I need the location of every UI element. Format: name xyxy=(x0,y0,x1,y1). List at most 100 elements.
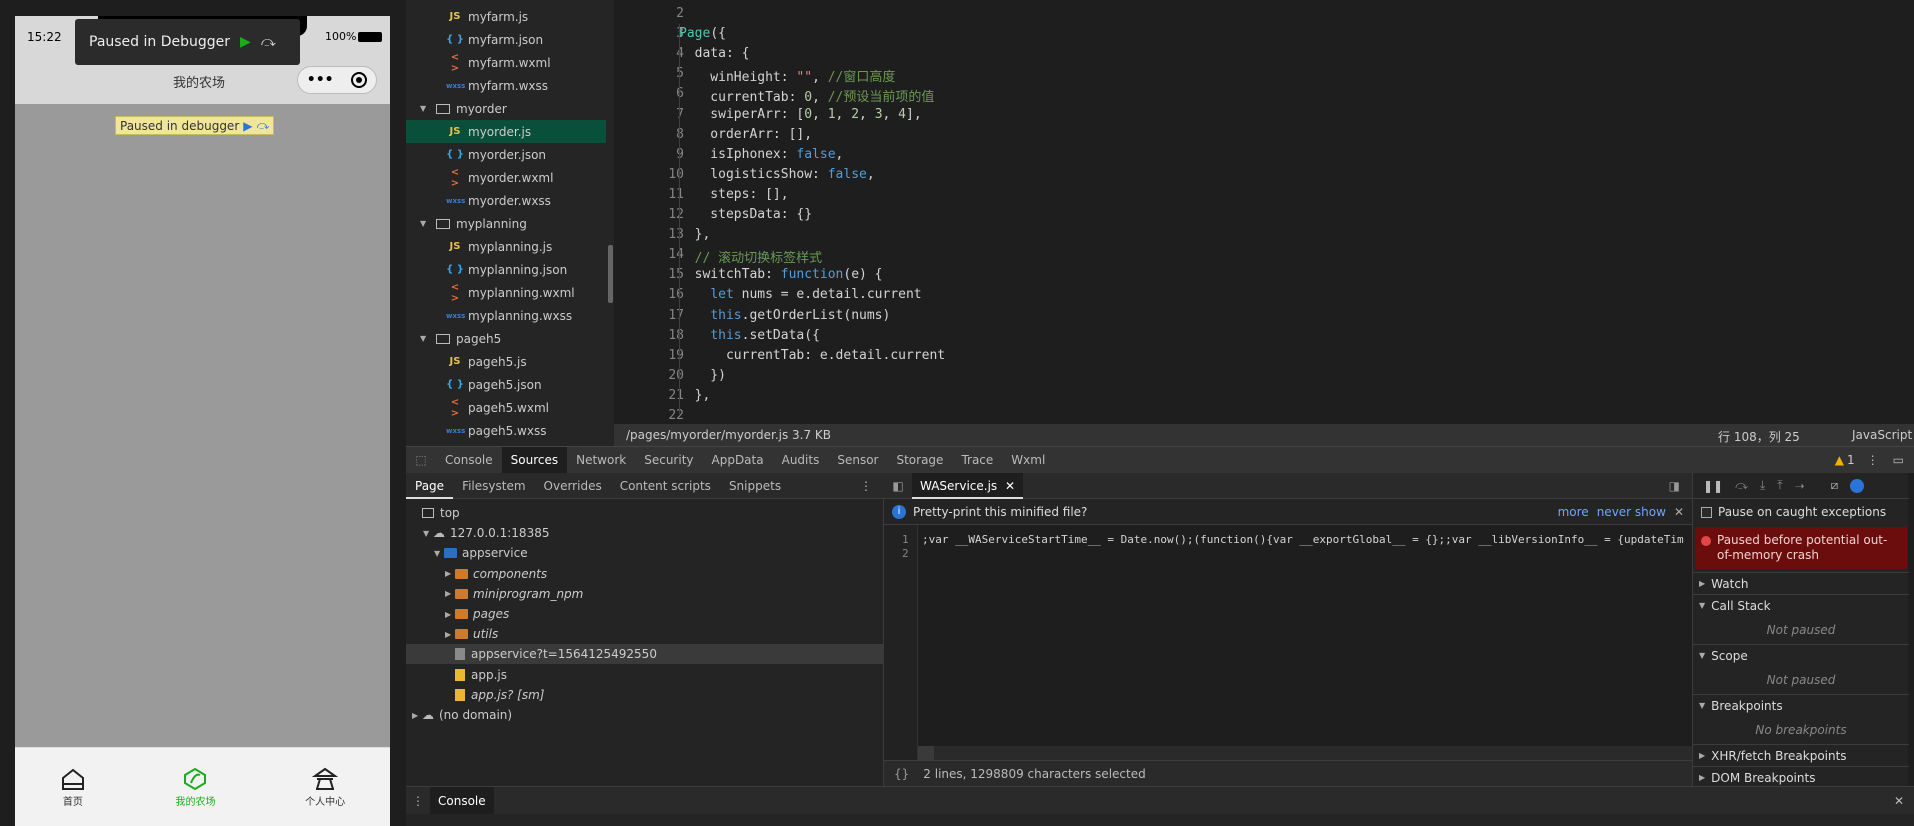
navigator-menu-icon[interactable]: ⋮ xyxy=(860,479,872,493)
step-over-icon[interactable]: ⤼ xyxy=(256,118,269,133)
folder-row[interactable]: ▼ myorder xyxy=(406,97,606,120)
file-row[interactable]: { } myplanning.json xyxy=(406,258,606,281)
navigator-row[interactable]: top xyxy=(406,503,884,523)
chevron-down-icon[interactable]: ▼ xyxy=(420,219,430,228)
more-dots-icon[interactable]: ••• xyxy=(307,72,334,88)
navigator-row[interactable]: app.js xyxy=(406,665,884,685)
file-row[interactable]: < > myorder.wxml xyxy=(406,166,606,189)
close-tab-icon[interactable]: ✕ xyxy=(1005,479,1015,493)
navigator-row[interactable]: ▶ utils xyxy=(406,624,884,644)
file-tab[interactable]: WAService.js ✕ xyxy=(912,472,1024,499)
section-xhr-fetch-breakpoints[interactable]: ▶ XHR/fetch Breakpoints xyxy=(1693,744,1909,766)
cursor-position[interactable]: 行 108，列 25 xyxy=(1718,428,1800,445)
file-row[interactable]: { } myfarm.json xyxy=(406,28,606,51)
tab-sources[interactable]: Sources xyxy=(501,446,568,474)
folder-row[interactable]: ▼ pageh5 xyxy=(406,327,606,350)
file-row[interactable]: JS myorder.js xyxy=(406,120,606,143)
file-row[interactable]: wxss myfarm.wxss xyxy=(406,74,606,97)
section-scope[interactable]: ▼ Scope xyxy=(1693,644,1909,666)
drawer-menu-icon[interactable]: ⋮ xyxy=(406,794,430,808)
pretty-print-never-link[interactable]: never show xyxy=(1597,505,1666,519)
file-row[interactable]: wxss myorder.wxss xyxy=(406,189,606,212)
step-over-icon[interactable]: ⤼ xyxy=(1735,478,1748,493)
drawer-console-tab[interactable]: Console xyxy=(430,786,494,815)
step-over-icon[interactable]: ⤼ xyxy=(261,34,276,50)
subtab-filesystem[interactable]: Filesystem xyxy=(453,473,534,499)
section-watch[interactable]: ▶ Watch xyxy=(1693,572,1909,594)
navigator-row[interactable]: ▶ pages xyxy=(406,604,884,624)
resume-icon[interactable]: ▶ xyxy=(240,34,251,50)
file-row[interactable]: < > pageh5.wxml xyxy=(406,396,606,419)
navigator-row[interactable]: ▶ ☁ (no domain) xyxy=(406,705,884,725)
file-row[interactable]: { } myorder.json xyxy=(406,143,606,166)
toggle-navigator-icon[interactable]: ◧ xyxy=(884,479,912,493)
tab-wxml[interactable]: Wxml xyxy=(1002,447,1054,474)
kebab-menu-icon[interactable]: ⋮ xyxy=(1867,453,1879,467)
toggle-debugger-icon[interactable]: ◨ xyxy=(1669,479,1680,493)
warning-count[interactable]: 1 xyxy=(1847,453,1855,467)
file-row[interactable]: wxss pageh5.wxss xyxy=(406,419,606,442)
code-editor[interactable]: 2 3 Page({4 data: {5 winHeight: "", //窗口高度… xyxy=(614,0,1914,424)
close-drawer-icon[interactable]: ✕ xyxy=(1894,794,1904,808)
minified-code-view[interactable]: 1 2 ;var __WAServiceStartTime__ = Date.n… xyxy=(884,525,1692,760)
subtab-content-scripts[interactable]: Content scripts xyxy=(611,473,720,499)
pause-caught-checkbox[interactable] xyxy=(1701,506,1712,518)
file-tree-scrollbar[interactable] xyxy=(608,245,613,303)
chevron-right-icon[interactable]: ▶ xyxy=(445,610,455,619)
subtab-overrides[interactable]: Overrides xyxy=(535,473,611,499)
resume-icon[interactable]: ▶ xyxy=(243,119,252,133)
navigator-row[interactable]: appservice?t=1564125492550 xyxy=(406,644,884,665)
tab-security[interactable]: Security xyxy=(635,447,702,474)
chevron-down-icon[interactable]: ▼ xyxy=(434,549,444,558)
close-circle-icon[interactable] xyxy=(351,72,368,88)
subtab-page[interactable]: Page xyxy=(406,473,454,499)
dock-icon[interactable]: ▭ xyxy=(1893,453,1904,467)
tab-console[interactable]: Console xyxy=(436,447,502,474)
file-row[interactable]: JS myplanning.js xyxy=(406,235,606,258)
chevron-down-icon[interactable]: ▼ xyxy=(420,334,430,343)
chevron-down-icon[interactable]: ▼ xyxy=(423,529,433,538)
section-breakpoints[interactable]: ▼ Breakpoints xyxy=(1693,694,1909,716)
navigator-row[interactable]: ▶ miniprogram_npm xyxy=(406,584,884,604)
pause-on-exceptions-icon[interactable] xyxy=(1850,478,1865,493)
pretty-print-icon[interactable]: {} xyxy=(894,767,909,781)
tab-audits[interactable]: Audits xyxy=(773,447,829,474)
deactivate-breakpoints-icon[interactable]: ⧄ xyxy=(1831,478,1839,493)
tab-network[interactable]: Network xyxy=(567,447,635,474)
file-row[interactable]: JS pageh5.js xyxy=(406,350,606,373)
folder-row[interactable]: ▼ myplanning xyxy=(406,212,606,235)
file-row[interactable]: < > myplanning.wxml xyxy=(406,281,606,304)
pretty-print-more-link[interactable]: more xyxy=(1558,505,1589,519)
section-call-stack[interactable]: ▼ Call Stack xyxy=(1693,594,1909,616)
file-row[interactable]: wxss myplanning.wxss xyxy=(406,304,606,327)
pause-icon[interactable]: ❚❚ xyxy=(1703,479,1723,493)
inspect-icon[interactable]: ⬚ xyxy=(406,453,436,467)
capsule-menu[interactable]: ••• xyxy=(297,66,377,94)
subtab-snippets[interactable]: Snippets xyxy=(720,473,790,499)
step-icon[interactable]: ➝ xyxy=(1795,479,1805,493)
tab-home[interactable]: 首页 xyxy=(60,767,86,808)
file-row[interactable]: { } pageh5.json xyxy=(406,373,606,396)
tab-my-farm[interactable]: 我的农场 xyxy=(175,767,215,808)
section-dom-breakpoints[interactable]: ▶ DOM Breakpoints xyxy=(1693,766,1909,788)
step-out-icon[interactable]: ⤒ xyxy=(1777,478,1782,493)
file-row[interactable]: JS myfarm.js xyxy=(406,5,606,28)
tab-profile[interactable]: 个人中心 xyxy=(305,767,345,808)
tab-sensor[interactable]: Sensor xyxy=(828,447,887,474)
tab-trace[interactable]: Trace xyxy=(952,447,1002,474)
navigator-row[interactable]: ▼ appservice xyxy=(406,543,884,563)
chevron-right-icon[interactable]: ▶ xyxy=(445,569,455,578)
step-into-icon[interactable]: ⤓ xyxy=(1760,478,1765,493)
navigator-row[interactable]: app.js? [sm] xyxy=(406,685,884,705)
chevron-right-icon[interactable]: ▶ xyxy=(445,589,455,598)
chevron-right-icon[interactable]: ▶ xyxy=(412,711,422,720)
navigator-row[interactable]: ▶ components xyxy=(406,564,884,584)
warning-icon[interactable]: ▲ xyxy=(1835,453,1844,467)
tab-storage[interactable]: Storage xyxy=(887,447,952,474)
pause-on-caught-row[interactable]: Pause on caught exceptions xyxy=(1701,505,1886,519)
close-infobar-icon[interactable]: ✕ xyxy=(1674,505,1684,519)
language-mode[interactable]: JavaScript xyxy=(1852,428,1912,442)
tab-appdata[interactable]: AppData xyxy=(703,447,773,474)
file-row[interactable]: < > myfarm.wxml xyxy=(406,51,606,74)
chevron-down-icon[interactable]: ▼ xyxy=(420,104,430,113)
